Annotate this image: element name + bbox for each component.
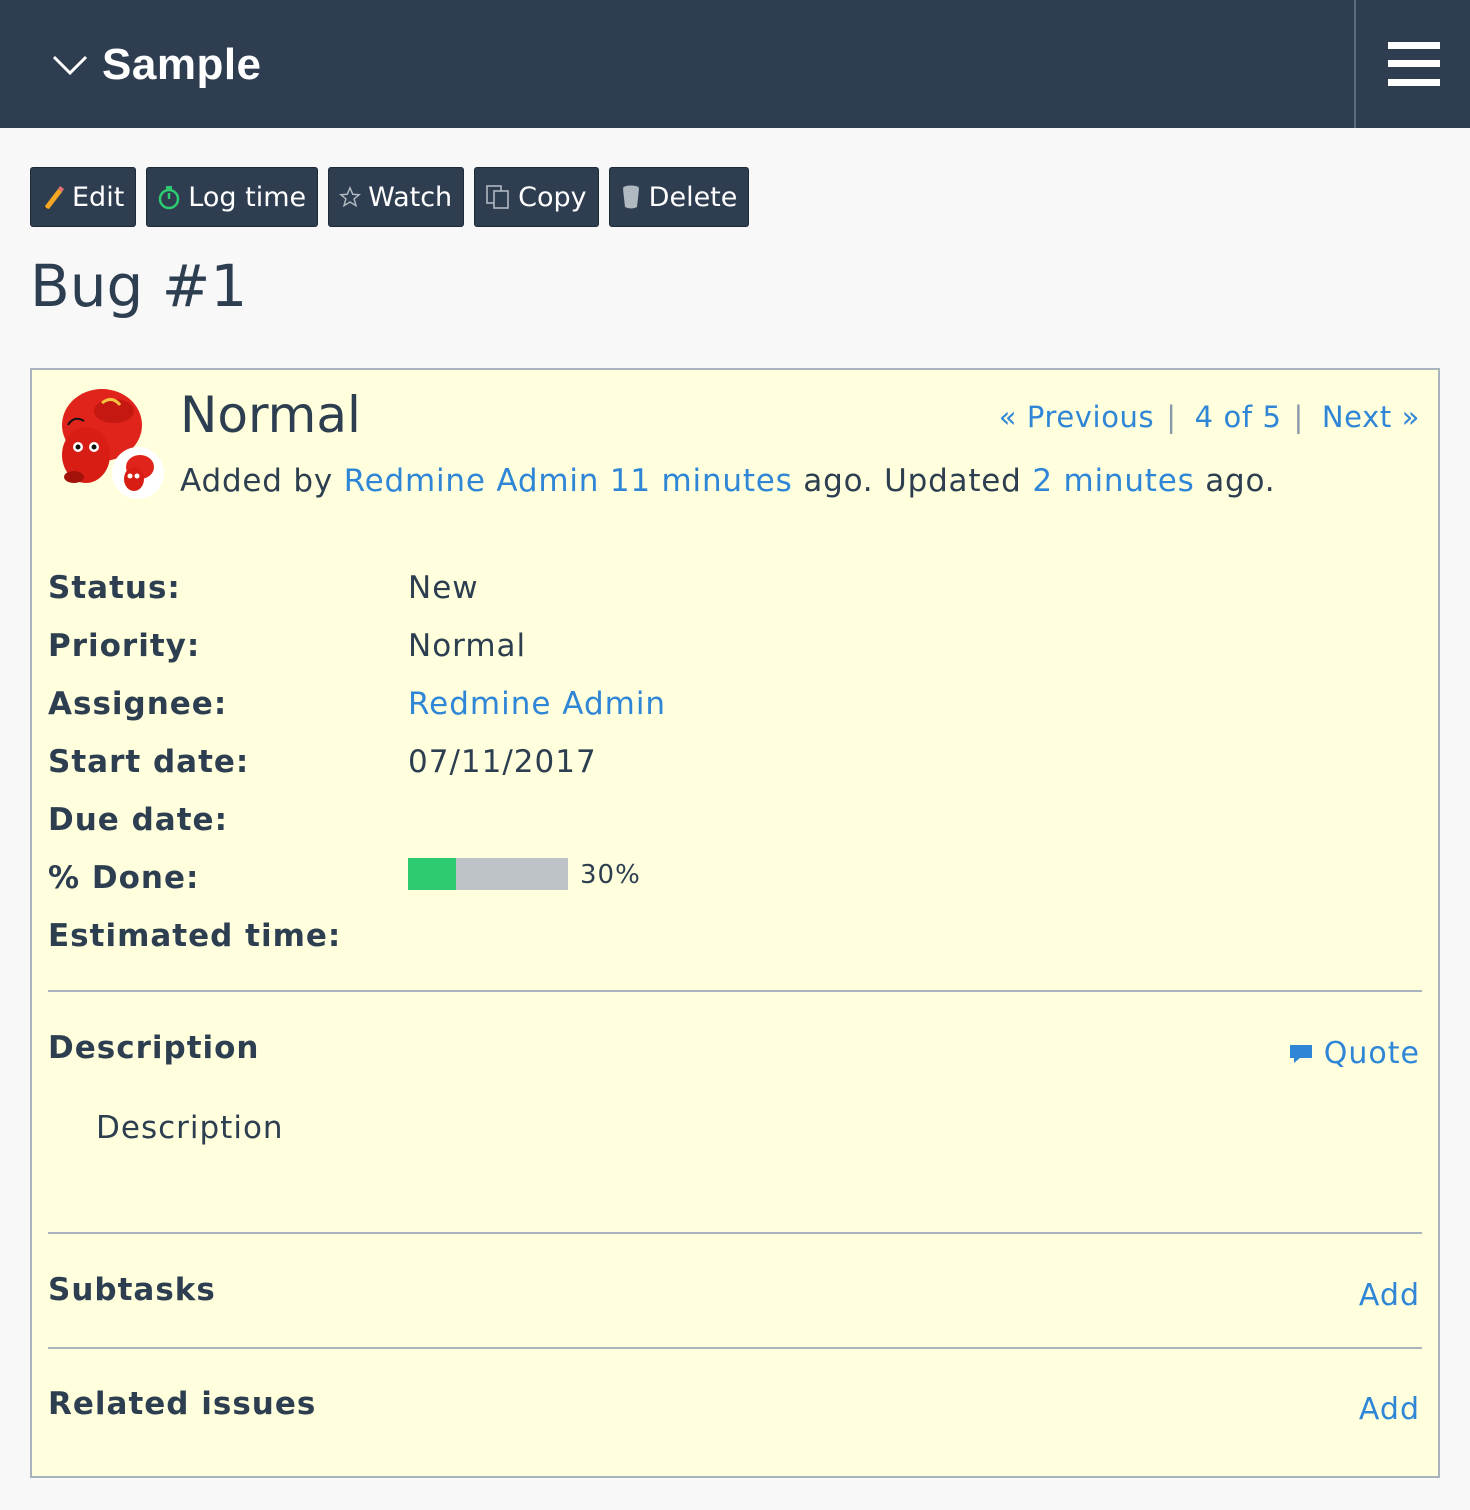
divider bbox=[48, 990, 1422, 992]
author-link[interactable]: Redmine Admin bbox=[344, 463, 599, 499]
attribute-label: Status: bbox=[48, 570, 181, 606]
pencil-icon bbox=[41, 184, 65, 210]
subtasks-heading: Subtasks bbox=[48, 1272, 216, 1308]
progress-bar bbox=[408, 858, 568, 890]
log-time-button[interactable]: Log time bbox=[146, 167, 319, 227]
add-related-issue-link[interactable]: Add bbox=[1359, 1392, 1420, 1427]
log-time-label: Log time bbox=[188, 181, 307, 213]
priority-value: Normal bbox=[408, 628, 527, 664]
delete-label: Delete bbox=[648, 181, 738, 213]
pager-separator: | bbox=[1293, 400, 1304, 434]
updated-text: ago. Updated bbox=[803, 463, 1022, 499]
progress-bar-fill bbox=[408, 858, 456, 890]
pager-separator: | bbox=[1166, 400, 1177, 434]
page-title: Bug #1 bbox=[30, 252, 248, 320]
divider bbox=[48, 1347, 1422, 1349]
quote-label: Quote bbox=[1323, 1036, 1420, 1071]
project-toggle[interactable]: Sample bbox=[50, 40, 262, 90]
attribute-label: Priority: bbox=[48, 628, 201, 664]
trash-icon bbox=[620, 184, 642, 210]
chevron-down-icon bbox=[52, 55, 88, 76]
edit-label: Edit bbox=[72, 181, 125, 213]
edit-button[interactable]: Edit bbox=[30, 167, 137, 227]
stopwatch-icon bbox=[157, 184, 181, 210]
previous-link[interactable]: « Previous bbox=[999, 400, 1155, 434]
issue-toolbar: Edit Log time Watch Copy Delete bbox=[30, 167, 759, 227]
watch-button[interactable]: Watch bbox=[328, 167, 465, 227]
assignee-avatar bbox=[112, 447, 164, 499]
attribute-label: Assignee: bbox=[48, 686, 228, 722]
watch-label: Watch bbox=[368, 181, 453, 213]
attribute-label: % Done: bbox=[48, 860, 200, 896]
assignee-link[interactable]: Redmine Admin bbox=[408, 686, 666, 722]
quote-link[interactable]: Quote bbox=[1288, 1036, 1420, 1071]
related-issues-heading: Related issues bbox=[48, 1386, 317, 1422]
divider bbox=[48, 1232, 1422, 1234]
updated-ago-link[interactable]: 2 minutes bbox=[1032, 463, 1194, 499]
attribute-label: Due date: bbox=[48, 802, 228, 838]
star-icon bbox=[339, 186, 362, 208]
issue-pager: « Previous | 4 of 5 | Next » bbox=[999, 400, 1420, 434]
add-subtask-link[interactable]: Add bbox=[1359, 1278, 1420, 1313]
ago-text: ago. bbox=[1205, 463, 1276, 499]
comment-icon bbox=[1289, 1044, 1312, 1063]
progress-percent: 30% bbox=[580, 860, 641, 890]
copy-icon bbox=[485, 184, 511, 210]
description-heading: Description bbox=[48, 1030, 260, 1066]
attribute-label: Start date: bbox=[48, 744, 250, 780]
added-by-text: Added by bbox=[180, 463, 334, 499]
menu-divider bbox=[1354, 0, 1356, 128]
start-date-value: 07/11/2017 bbox=[408, 744, 597, 780]
delete-button[interactable]: Delete bbox=[608, 167, 750, 227]
next-link[interactable]: Next » bbox=[1322, 400, 1420, 434]
attribute-label: Estimated time: bbox=[48, 918, 342, 954]
project-title: Sample bbox=[102, 40, 262, 89]
hamburger-menu-icon[interactable] bbox=[1388, 42, 1440, 86]
status-value: New bbox=[408, 570, 479, 606]
created-ago-link[interactable]: 11 minutes bbox=[610, 463, 793, 499]
author-line: Added by Redmine Admin 11 minutes ago. U… bbox=[180, 463, 1275, 499]
copy-label: Copy bbox=[518, 181, 587, 213]
issue-subject: Normal bbox=[180, 386, 361, 444]
issue-details: Normal « Previous | 4 of 5 | Next » Adde… bbox=[30, 368, 1440, 1478]
pager-position[interactable]: 4 of 5 bbox=[1195, 400, 1282, 434]
copy-button[interactable]: Copy bbox=[474, 167, 599, 227]
description-text: Description bbox=[96, 1110, 284, 1146]
assignee-avatar-image bbox=[124, 455, 154, 491]
top-bar: Sample bbox=[0, 0, 1470, 128]
